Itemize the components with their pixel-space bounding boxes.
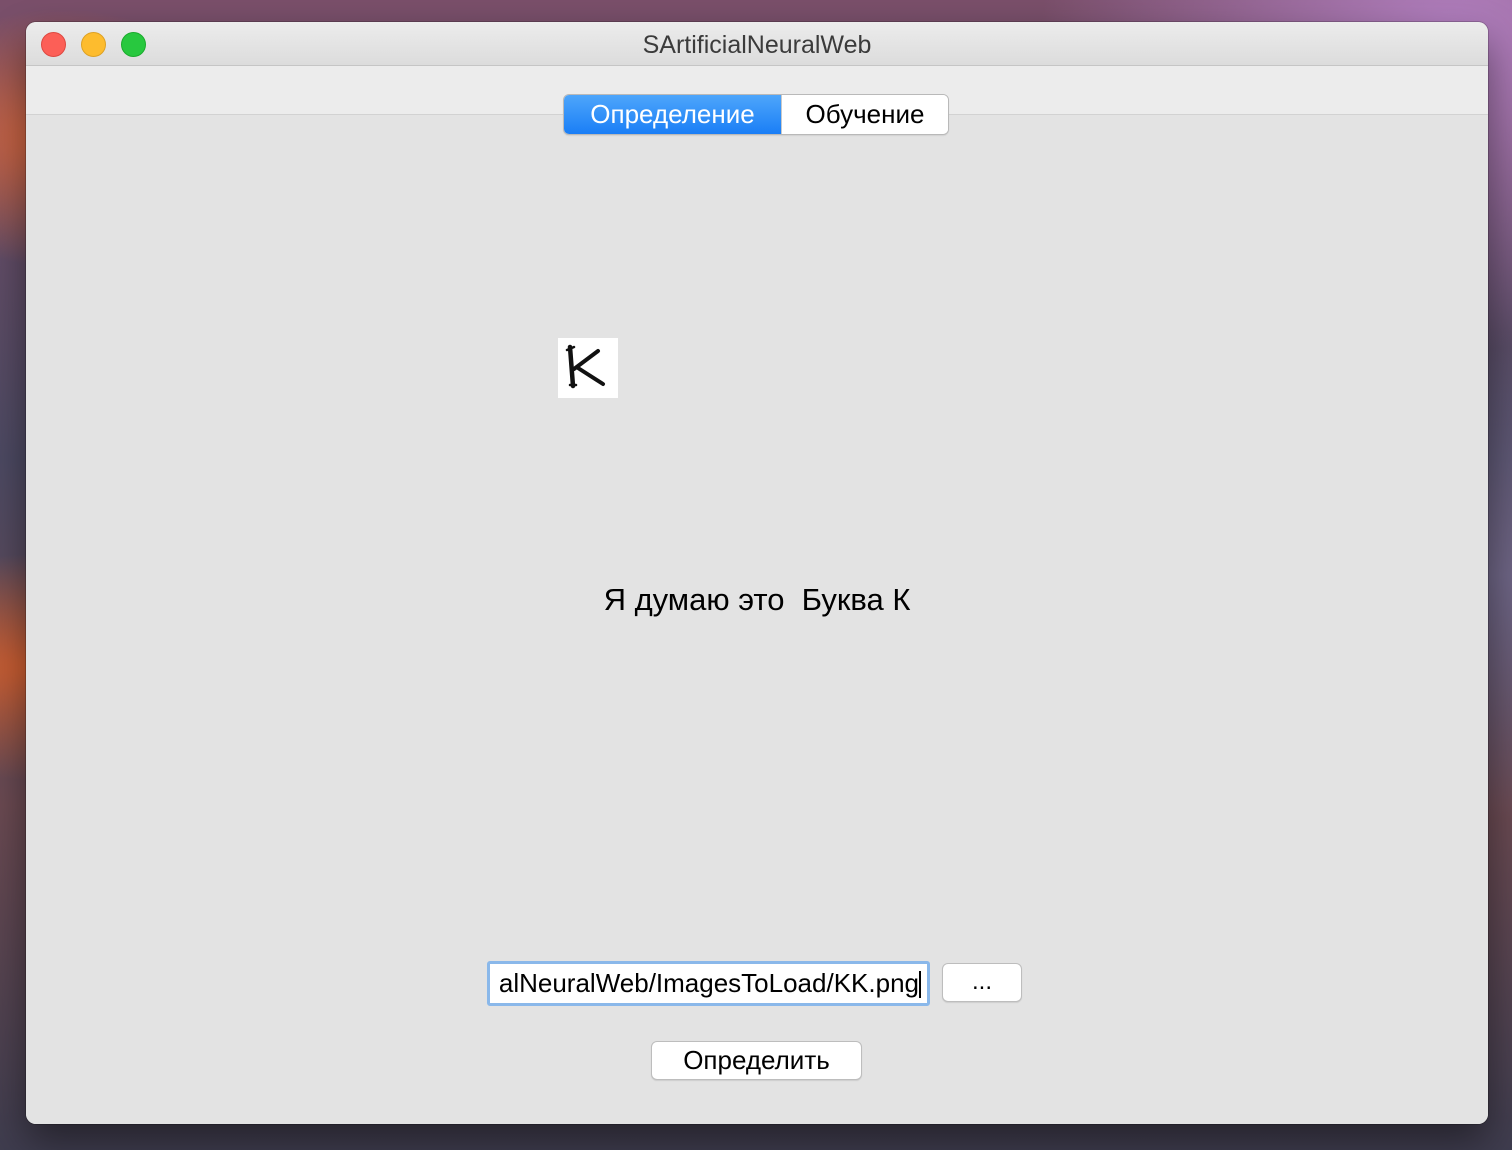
tab-training[interactable]: Обучение	[781, 95, 948, 134]
text-caret	[919, 971, 921, 998]
browse-file-button[interactable]: ...	[942, 963, 1022, 1002]
image-path-input[interactable]: alNeuralWeb/ImagesToLoad/KK.png	[487, 961, 930, 1006]
image-path-value: alNeuralWeb/ImagesToLoad/KK.png	[498, 968, 919, 998]
tab-detection[interactable]: Определение	[564, 95, 781, 134]
letter-k-icon	[565, 344, 605, 389]
window-title: SArtificialNeuralWeb	[642, 31, 872, 59]
app-window: SArtificialNeuralWeb Определение Обучени…	[26, 22, 1488, 1124]
recognition-result-label: Я думаю это Буква К	[603, 582, 911, 617]
letter-k-image	[558, 338, 618, 398]
tab-control: Определение Обучение	[563, 94, 949, 135]
detect-button[interactable]: Определить	[651, 1041, 862, 1080]
title-bar[interactable]: SArtificialNeuralWeb	[26, 22, 1488, 66]
